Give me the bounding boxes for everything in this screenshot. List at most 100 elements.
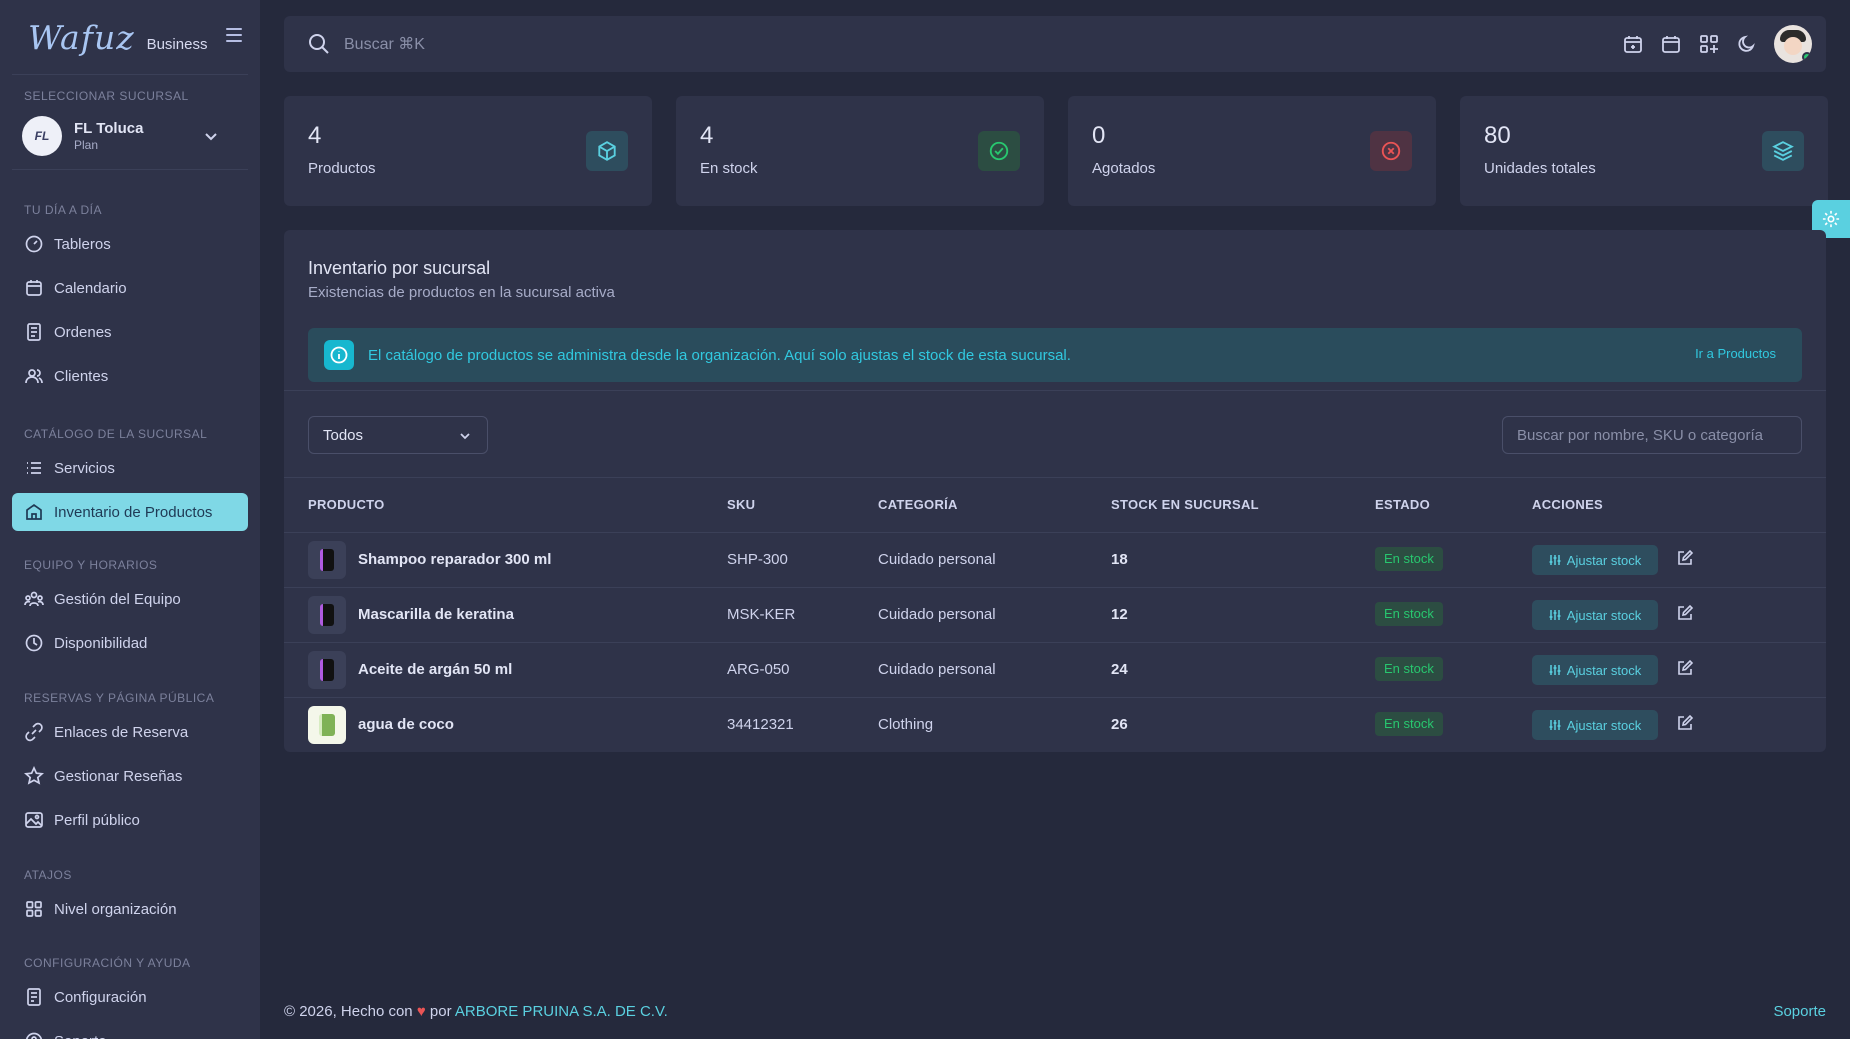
sidebar-item-label: Enlaces de Reserva (54, 723, 189, 741)
chevron-down-icon (205, 133, 217, 141)
sidebar-item-tableros[interactable]: Tableros (12, 225, 248, 263)
adjust-stock-button[interactable]: Ajustar stock (1532, 600, 1658, 630)
section-title: CONFIGURACIÓN Y AYUDA (24, 956, 191, 970)
section-title: EQUIPO Y HORARIOS (24, 558, 158, 572)
sidebar-item-perfil-público[interactable]: Perfil público (12, 801, 248, 839)
topbar: Buscar ⌘K (284, 16, 1826, 72)
image-icon (24, 810, 44, 830)
adjust-stock-label: Ajustar stock (1566, 717, 1642, 733)
status-badge: En stock (1375, 657, 1443, 681)
list-icon (24, 458, 44, 478)
column-header-actions: ACCIONES (1532, 497, 1604, 512)
branch-avatar: FL (22, 116, 62, 156)
edit-icon[interactable] (1676, 714, 1694, 732)
clock-icon (24, 633, 44, 653)
divider (12, 74, 248, 75)
sidebar-item-label: Gestionar Reseñas (54, 767, 183, 785)
stat-card-en-stock: 4 En stock (676, 96, 1044, 206)
edit-icon[interactable] (1676, 549, 1694, 567)
branch-plan: Plan (74, 138, 99, 152)
column-header-status: ESTADO (1375, 497, 1431, 512)
info-icon (324, 340, 354, 370)
table-row: agua de coco 34412321 Clothing 26 En stock Aj… (284, 697, 1826, 752)
sidebar-item-label: Gestión del Equipo (54, 590, 181, 608)
go-to-products-link[interactable]: Ir a Productos (1695, 346, 1776, 361)
product-thumbnail (308, 651, 346, 689)
sidebar-item-disponibilidad[interactable]: Disponibilidad (12, 624, 248, 662)
calendar-icon[interactable] (1652, 24, 1690, 64)
stat-value: 0 (1092, 122, 1106, 149)
help-icon (24, 1031, 44, 1039)
settings-icon (24, 987, 44, 1007)
sidebar-item-clientes[interactable]: Clientes (12, 357, 248, 395)
search-icon[interactable] (308, 33, 330, 55)
link-icon (24, 722, 44, 742)
company-link[interactable]: ARBORE PRUINA S.A. DE C.V. (455, 1003, 668, 1020)
product-sku: 34412321 (727, 716, 794, 733)
sidebar-item-ordenes[interactable]: Ordenes (12, 313, 248, 351)
adjust-stock-button[interactable]: Ajustar stock (1532, 710, 1658, 740)
adjust-stock-label: Ajustar stock (1566, 607, 1642, 623)
adjust-stock-label: Ajustar stock (1566, 662, 1642, 678)
sidebar-item-gestionar-reseñas[interactable]: Gestionar Reseñas (12, 757, 248, 795)
product-name: Shampoo reparador 300 ml (358, 551, 552, 568)
edit-icon[interactable] (1676, 659, 1694, 677)
product-thumbnail (308, 541, 346, 579)
sidebar-item-calendario[interactable]: Calendario (12, 269, 248, 307)
stat-label: Unidades totales (1484, 160, 1596, 177)
sidebar-item-label: Tableros (54, 235, 111, 253)
sidebar-item-label: Servicios (54, 459, 115, 477)
inventory-card: Inventario por sucursal Existencias de p… (284, 230, 1826, 752)
apps-grid-icon[interactable] (1690, 24, 1728, 64)
adjust-stock-label: Ajustar stock (1566, 552, 1642, 568)
menu-toggle-icon[interactable] (226, 28, 242, 42)
star-icon (24, 766, 44, 786)
user-avatar[interactable] (1774, 25, 1812, 63)
stat-label: Productos (308, 160, 376, 177)
sidebar-item-configuración[interactable]: Configuración (12, 978, 248, 1016)
footer-prefix: © 2026, Hecho con (284, 1003, 413, 1020)
moon-icon[interactable] (1728, 24, 1766, 64)
building-icon (24, 502, 44, 522)
edit-icon[interactable] (1676, 604, 1694, 622)
adjust-stock-button[interactable]: Ajustar stock (1532, 655, 1658, 685)
stat-card-productos: 4 Productos (284, 96, 652, 206)
stat-label: En stock (700, 160, 758, 177)
product-sku: ARG-050 (727, 661, 790, 678)
sidebar-item-label: Disponibilidad (54, 634, 148, 652)
sidebar-item-enlaces-de-reserva[interactable]: Enlaces de Reserva (12, 713, 248, 751)
global-search-input[interactable]: Buscar ⌘K (344, 34, 425, 54)
sidebar-item-servicios[interactable]: Servicios (12, 449, 248, 487)
brand-logo[interactable]: Wafuz (28, 18, 135, 57)
sidebar-item-label: Soporte (54, 1033, 107, 1039)
product-stock: 24 (1111, 661, 1128, 678)
column-header-sku: SKU (727, 497, 756, 512)
sidebar: Wafuz Business SELECCIONAR SUCURSAL FL F… (0, 0, 260, 1039)
status-filter-select[interactable]: Todos (308, 416, 488, 454)
branch-selector[interactable]: FL FL Toluca Plan (0, 103, 260, 169)
inventory-title: Inventario por sucursal (308, 258, 491, 278)
layers-icon (1762, 131, 1804, 171)
sidebar-item-soporte[interactable]: Soporte (12, 1022, 248, 1039)
chevron-down-icon (460, 433, 470, 440)
sidebar-item-label: Inventario de Productos (54, 503, 213, 521)
sidebar-item-inventario-de-productos[interactable]: Inventario de Productos (12, 493, 248, 531)
adjust-stock-button[interactable]: Ajustar stock (1532, 545, 1658, 575)
calendar-plus-icon[interactable] (1614, 24, 1652, 64)
sliders-icon (1549, 610, 1561, 620)
stat-card-agotados: 0 Agotados (1068, 96, 1436, 206)
product-stock: 12 (1111, 606, 1128, 623)
sidebar-item-gestión-del-equipo[interactable]: Gestión del Equipo (12, 580, 248, 618)
product-search-input[interactable]: Buscar por nombre, SKU o categoría (1502, 416, 1802, 454)
product-thumbnail (308, 706, 346, 744)
users-icon (24, 366, 44, 386)
table-row: Shampoo reparador 300 ml SHP-300 Cuidado p… (284, 532, 1826, 587)
sidebar-item-nivel-organización[interactable]: Nivel organización (12, 890, 248, 928)
divider (12, 169, 248, 170)
stat-label: Agotados (1092, 160, 1156, 177)
stat-value: 4 (308, 122, 322, 149)
divider (284, 477, 1826, 478)
sliders-icon (1549, 555, 1561, 565)
product-category: Cuidado personal (878, 661, 996, 678)
support-link[interactable]: Soporte (1773, 1003, 1826, 1020)
